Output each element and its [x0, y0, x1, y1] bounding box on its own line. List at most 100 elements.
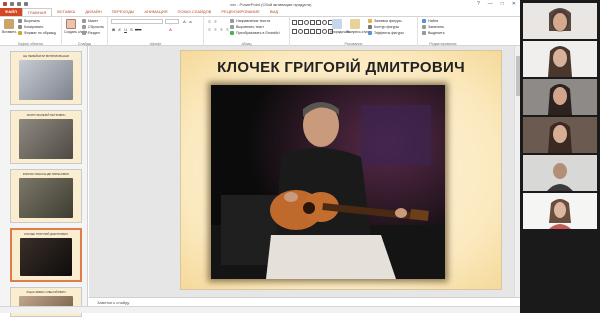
- font-size-field[interactable]: [165, 19, 179, 24]
- copy-icon: [18, 25, 22, 29]
- shape-fill-button[interactable]: Заливка фигуры: [368, 19, 401, 23]
- thumbnail-photo: [19, 119, 73, 159]
- cut-button[interactable]: Вырезать: [18, 19, 40, 23]
- rectangle-shape-icon[interactable]: [292, 20, 297, 25]
- participant-video[interactable]: [523, 117, 597, 153]
- save-icon[interactable]: [10, 2, 14, 6]
- copy-button[interactable]: Копировать: [18, 25, 43, 29]
- document-title: xxx - PowerPoint (Сбой активации продукт…: [230, 2, 312, 7]
- current-slide[interactable]: КЛОЧЕК ГРИГОРІЙ ДМИТРОВИЧ: [180, 50, 502, 290]
- slide-thumbnails-pane: НЕ ПЕРЕЙМАТИ ВИПРОБУВАННЯ ХМУРО ВАЛЕРІЙ …: [0, 46, 88, 317]
- quick-access-toolbar: [3, 2, 28, 6]
- oval-shape-icon[interactable]: [322, 20, 327, 25]
- bold-icon[interactable]: Ж: [111, 27, 116, 32]
- rectangle-shape-icon[interactable]: [310, 28, 315, 34]
- align-left-icon[interactable]: ≡: [207, 27, 212, 32]
- rectangle-shape-icon[interactable]: [292, 28, 297, 34]
- font-color-icon[interactable]: A: [168, 27, 173, 32]
- tab-file[interactable]: ФАЙЛ: [0, 8, 22, 16]
- select-button[interactable]: Выделить: [422, 31, 445, 35]
- participant-video[interactable]: [523, 3, 597, 39]
- powerpoint-window: xxx - PowerPoint (Сбой активации продукт…: [0, 0, 520, 317]
- participant-avatar: [523, 155, 597, 191]
- shrink-font-icon[interactable]: a: [188, 19, 193, 24]
- grow-font-icon[interactable]: A: [182, 19, 187, 24]
- tab-animations[interactable]: АНИМАЦИЯ: [139, 8, 172, 16]
- shapes-gallery[interactable]: [292, 20, 333, 36]
- rectangle-shape-icon[interactable]: [304, 28, 309, 34]
- align-text-icon: [230, 25, 234, 29]
- oval-shape-icon[interactable]: [322, 28, 327, 34]
- notes-pane[interactable]: Заметки к слайду: [89, 297, 520, 306]
- tab-transitions[interactable]: ПЕРЕХОДЫ: [107, 8, 140, 16]
- close-button[interactable]: ✕: [512, 1, 516, 7]
- numbering-icon[interactable]: ≡: [213, 19, 218, 24]
- undo-icon[interactable]: [17, 2, 21, 6]
- find-button[interactable]: Найти: [422, 19, 438, 23]
- section-icon: [82, 31, 86, 35]
- arrange-button[interactable]: Упорядочить: [330, 19, 350, 34]
- help-button[interactable]: ?: [477, 1, 480, 7]
- participant-video[interactable]: [523, 155, 597, 191]
- shadow-icon[interactable]: S: [129, 27, 134, 32]
- paste-icon: [4, 19, 14, 29]
- participant-avatar: [523, 193, 597, 229]
- tab-review[interactable]: РЕЦЕНЗИРОВАНИЕ: [216, 8, 264, 16]
- text-direction-button[interactable]: Направление текста: [230, 19, 270, 23]
- oval-shape-icon[interactable]: [304, 20, 309, 25]
- replace-button[interactable]: Заменить: [422, 25, 444, 29]
- brush-icon: [18, 31, 22, 35]
- strikethrough-icon[interactable]: abc: [135, 27, 141, 32]
- paste-button[interactable]: Вставить: [2, 19, 16, 34]
- minimize-button[interactable]: —: [488, 1, 493, 7]
- tab-view[interactable]: ВИД: [265, 8, 283, 16]
- slide-thumbnail-selected[interactable]: КЛОЧЕК ГРИГОРІЙ ДМИТРОВИЧ: [10, 228, 82, 282]
- smartart-icon: [230, 31, 234, 35]
- section-button[interactable]: Раздел: [82, 31, 100, 35]
- align-center-icon[interactable]: ≡: [213, 27, 218, 32]
- align-right-icon[interactable]: ≡: [219, 27, 224, 32]
- participant-video[interactable]: [523, 41, 597, 77]
- rectangle-shape-icon[interactable]: [316, 20, 321, 25]
- quick-styles-button[interactable]: Экспресс-стили: [346, 19, 371, 34]
- slide-thumbnail[interactable]: КЛЕРЯК ОЛЕКСАНДР ЄВГЕНОВИЧ: [10, 169, 82, 223]
- thumbnail-title: НЕ ПЕРЕЙМАТИ ВИПРОБУВАННЯ: [23, 54, 69, 58]
- shape-outline-button[interactable]: Контур фигуры: [368, 25, 399, 29]
- participant-video[interactable]: [523, 79, 597, 115]
- tab-insert[interactable]: ВСТАВКА: [52, 8, 80, 16]
- bullets-icon[interactable]: ≡: [207, 19, 212, 24]
- cursor-icon: [422, 31, 426, 35]
- slide-photo-guitarist[interactable]: [211, 85, 445, 279]
- italic-icon[interactable]: К: [117, 27, 122, 32]
- shape-effects-button[interactable]: Эффекты фигуры: [368, 31, 404, 35]
- tab-slideshow[interactable]: ПОКАЗ СЛАЙДОВ: [172, 8, 216, 16]
- rectangle-shape-icon[interactable]: [316, 28, 321, 34]
- format-painter-button[interactable]: Формат по образцу: [18, 31, 56, 35]
- rectangle-shape-icon[interactable]: [298, 20, 303, 25]
- rectangle-shape-icon[interactable]: [310, 20, 315, 25]
- group-drawing: Упорядочить Экспресс-стили Заливка фигур…: [290, 17, 418, 47]
- new-slide-button[interactable]: Создать слайд: [64, 19, 87, 34]
- paint-bucket-icon: [368, 19, 372, 23]
- slide-title[interactable]: КЛОЧЕК ГРИГОРІЙ ДМИТРОВИЧ: [181, 59, 501, 76]
- oval-shape-icon[interactable]: [298, 28, 303, 34]
- smartart-button[interactable]: Преобразовать в SmartArt: [230, 31, 280, 35]
- underline-icon[interactable]: Ч: [123, 27, 128, 32]
- participant-avatar: [523, 41, 597, 77]
- replace-icon: [422, 25, 426, 29]
- participant-video[interactable]: [523, 193, 597, 229]
- layout-button[interactable]: Макет: [82, 19, 98, 23]
- font-name-field[interactable]: [111, 19, 163, 24]
- slide-thumbnail[interactable]: ХМУРО ВАЛЕРІЙ ПЕТРОВИЧ: [10, 110, 82, 164]
- video-participants-panel: [520, 0, 600, 313]
- thumbnail-photo: [20, 238, 72, 276]
- powerpoint-logo-icon: [3, 2, 7, 6]
- tab-design[interactable]: ДИЗАЙН: [80, 8, 106, 16]
- align-text-button[interactable]: Выровнять текст: [230, 25, 264, 29]
- reset-button[interactable]: Сбросить: [82, 25, 104, 29]
- slide-thumbnail[interactable]: НЕ ПЕРЕЙМАТИ ВИПРОБУВАННЯ: [10, 51, 82, 105]
- window-controls: ? — □ ✕: [477, 1, 516, 7]
- tab-home[interactable]: ГЛАВНАЯ: [21, 8, 53, 16]
- maximize-button[interactable]: □: [501, 1, 504, 7]
- redo-icon[interactable]: [24, 2, 28, 6]
